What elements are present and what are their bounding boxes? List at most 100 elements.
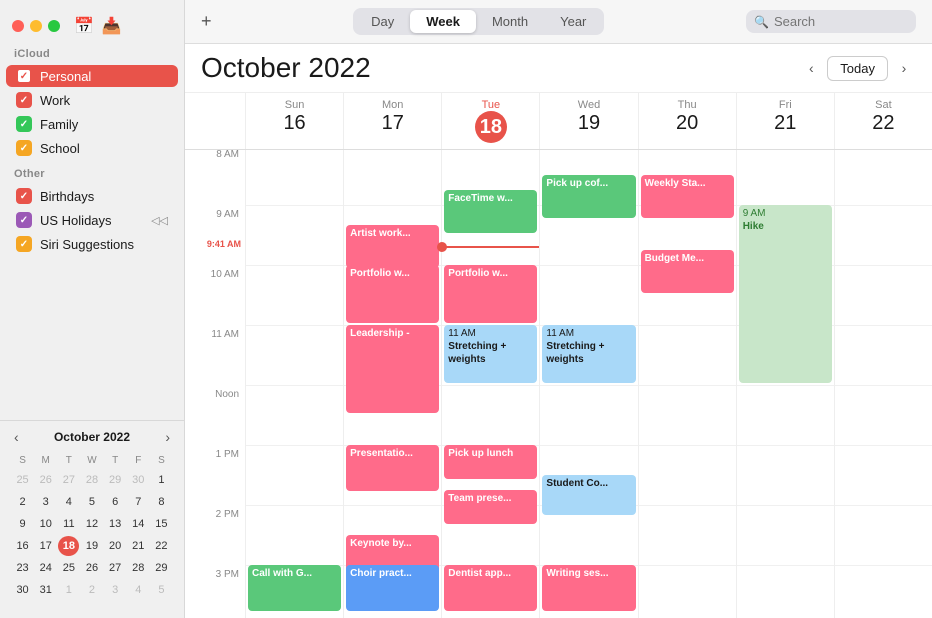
maximize-button[interactable] — [48, 20, 60, 32]
mini-cal-day[interactable]: 25 — [58, 558, 79, 578]
grid-col-0[interactable]: Call with G... — [245, 145, 343, 618]
mini-cal-day[interactable]: 15 — [151, 514, 172, 534]
calendar-event[interactable]: Presentatio... — [346, 445, 439, 491]
work-checkbox[interactable]: ✓ — [16, 92, 32, 108]
tab-year[interactable]: Year — [544, 10, 602, 33]
siri-checkbox[interactable]: ✓ — [16, 236, 32, 252]
search-bar[interactable]: 🔍 — [746, 10, 916, 33]
calendar-event[interactable]: Budget Me... — [641, 250, 734, 293]
calendar-event[interactable]: 11 AMStretching +weights — [542, 325, 635, 383]
calendar-event[interactable]: 9 AMHike — [739, 205, 832, 383]
calendar-event[interactable]: Leadership - — [346, 325, 439, 413]
mini-cal-day[interactable]: 18 — [58, 536, 79, 556]
minimize-button[interactable] — [30, 20, 42, 32]
sidebar-item-us-holidays[interactable]: ✓ US Holidays ◁◁ — [6, 209, 178, 231]
mini-cal-day[interactable]: 10 — [35, 514, 56, 534]
calendar-event[interactable]: Choir pract... — [346, 565, 439, 611]
mini-cal-day[interactable]: 29 — [105, 470, 126, 490]
us-holidays-checkbox[interactable]: ✓ — [16, 212, 32, 228]
calendar-event[interactable]: Portfolio w... — [346, 265, 439, 323]
mini-cal-day[interactable]: 17 — [35, 536, 56, 556]
mini-cal-day[interactable]: 1 — [151, 470, 172, 490]
mini-cal-day[interactable]: 3 — [35, 492, 56, 512]
school-checkbox[interactable]: ✓ — [16, 140, 32, 156]
calendar-event[interactable]: 11 AMStretching +weights — [444, 325, 537, 383]
add-icon[interactable]: + — [201, 11, 212, 32]
mini-cal-day[interactable]: 11 — [58, 514, 79, 534]
mini-cal-day[interactable]: 5 — [151, 580, 172, 600]
mini-cal-day[interactable]: 22 — [151, 536, 172, 556]
calendar-event[interactable]: Team prese... — [444, 490, 537, 524]
mini-cal-day[interactable]: 2 — [12, 492, 33, 512]
mini-cal-day[interactable]: 5 — [81, 492, 102, 512]
mini-cal-day[interactable]: 29 — [151, 558, 172, 578]
mini-cal-day[interactable]: 6 — [105, 492, 126, 512]
calendar-event[interactable]: Artist work... — [346, 225, 439, 268]
mini-cal-day[interactable]: 25 — [12, 470, 33, 490]
birthdays-checkbox[interactable]: ✓ — [16, 188, 32, 204]
grid-col-1[interactable]: Artist work...Portfolio w...Leadership -… — [343, 145, 441, 618]
calendar-event[interactable]: Pick up lunch — [444, 445, 537, 479]
mini-cal-day[interactable]: 28 — [81, 470, 102, 490]
search-input[interactable] — [774, 14, 904, 29]
grid-col-2[interactable]: FaceTime w... 11 AMStretching +weights Pic… — [441, 145, 539, 618]
calendar-event[interactable]: FaceTime w... — [444, 190, 537, 233]
calendar-event[interactable]: Call with G... — [248, 565, 341, 611]
mini-cal-day[interactable]: 13 — [105, 514, 126, 534]
calendar-event[interactable]: Student Co... — [542, 475, 635, 515]
mini-cal-next[interactable]: › — [161, 429, 174, 445]
mini-cal-prev[interactable]: ‹ — [10, 429, 23, 445]
nav-next-button[interactable]: › — [892, 56, 916, 80]
sidebar-item-siri-suggestions[interactable]: ✓ Siri Suggestions — [6, 233, 178, 255]
mini-cal-day[interactable]: 30 — [12, 580, 33, 600]
mini-cal-day[interactable]: 1 — [58, 580, 79, 600]
calendar-event[interactable]: Dentist app... — [444, 565, 537, 611]
mini-cal-day[interactable]: 7 — [128, 492, 149, 512]
sidebar-item-birthdays[interactable]: ✓ Birthdays — [6, 185, 178, 207]
mini-cal-day[interactable]: 16 — [12, 536, 33, 556]
mini-cal-day[interactable]: 21 — [128, 536, 149, 556]
nav-prev-button[interactable]: ‹ — [799, 56, 823, 80]
mini-cal-day[interactable]: 4 — [128, 580, 149, 600]
mini-cal-day[interactable]: 12 — [81, 514, 102, 534]
calendar-event[interactable]: Portfolio w... — [444, 265, 537, 323]
mini-cal-day[interactable]: 24 — [35, 558, 56, 578]
mini-cal-day[interactable]: 3 — [105, 580, 126, 600]
tab-day[interactable]: Day — [355, 10, 410, 33]
sidebar-item-school[interactable]: ✓ School — [6, 137, 178, 159]
calendar-event[interactable]: Pick up cof... — [542, 175, 635, 218]
sidebar-item-work[interactable]: ✓ Work — [6, 89, 178, 111]
mini-cal-day[interactable]: 26 — [81, 558, 102, 578]
mini-cal-day[interactable]: 27 — [105, 558, 126, 578]
mini-cal-day[interactable]: 9 — [12, 514, 33, 534]
mini-cal-day[interactable]: 19 — [81, 536, 102, 556]
inbox-icon[interactable]: 📥 — [102, 16, 122, 36]
grid-col-5[interactable]: 9 AMHike — [736, 145, 834, 618]
mini-cal-day[interactable]: 28 — [128, 558, 149, 578]
today-button[interactable]: Today — [827, 56, 888, 81]
mini-cal-day[interactable]: 30 — [128, 470, 149, 490]
calendar-icon[interactable]: 📅 — [74, 16, 94, 36]
mini-cal-day[interactable]: 31 — [35, 580, 56, 600]
mini-cal-day[interactable]: 20 — [105, 536, 126, 556]
mini-cal-day[interactable]: 23 — [12, 558, 33, 578]
calendar-event[interactable]: Writing ses... — [542, 565, 635, 611]
mini-cal-day[interactable]: 26 — [35, 470, 56, 490]
sidebar-item-family[interactable]: ✓ Family — [6, 113, 178, 135]
tab-week[interactable]: Week — [410, 10, 476, 33]
calendar-event[interactable]: Weekly Sta... — [641, 175, 734, 218]
close-button[interactable] — [12, 20, 24, 32]
mini-cal-day[interactable]: 2 — [81, 580, 102, 600]
family-checkbox[interactable]: ✓ — [16, 116, 32, 132]
tab-month[interactable]: Month — [476, 10, 544, 33]
mini-cal-day[interactable]: 14 — [128, 514, 149, 534]
grid-col-4[interactable]: Weekly Sta... Budget Me... — [638, 145, 736, 618]
mini-cal-day[interactable]: 8 — [151, 492, 172, 512]
mini-cal-day[interactable]: 27 — [58, 470, 79, 490]
grid-col-6[interactable] — [834, 145, 932, 618]
sidebar-item-personal[interactable]: ✓ Personal — [6, 65, 178, 87]
week-container[interactable]: Sun16Mon17Tue18Wed19Thu20Fri21Sat22 all-… — [185, 93, 932, 618]
mini-cal-day[interactable]: 4 — [58, 492, 79, 512]
personal-checkbox[interactable]: ✓ — [16, 68, 32, 84]
grid-col-3[interactable]: Pick up cof... 11 AMStretching +weights St… — [539, 145, 637, 618]
